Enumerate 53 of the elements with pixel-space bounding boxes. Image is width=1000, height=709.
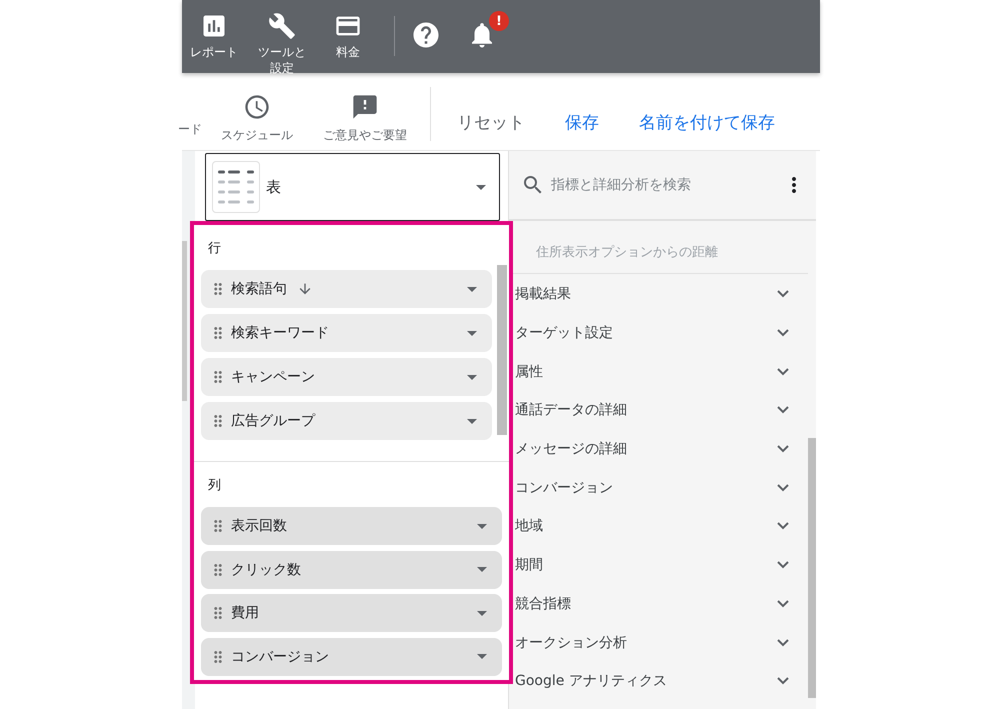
caret-icon xyxy=(467,330,477,336)
nav-item[interactable]: 料金 xyxy=(318,0,378,60)
column-chip[interactable]: 表示回数 xyxy=(201,507,502,545)
caret-icon xyxy=(467,418,477,424)
category-row[interactable]: 通話データの詳細 xyxy=(509,391,808,430)
save-button[interactable]: 保存 xyxy=(565,111,599,134)
category-row[interactable]: 属性 xyxy=(509,352,808,392)
caret-icon xyxy=(477,654,487,659)
scrollbar[interactable] xyxy=(497,265,507,435)
category-row[interactable]: 地域 xyxy=(509,507,808,546)
notification-badge: ! xyxy=(489,11,509,31)
caret-icon xyxy=(477,567,487,572)
column-chip[interactable]: クリック数 xyxy=(201,550,502,588)
toolbar-item[interactable]: ご意見やご要望 xyxy=(312,73,418,144)
chart-type-select[interactable]: 表 xyxy=(205,153,500,221)
table-icon xyxy=(212,161,260,213)
caret-icon xyxy=(477,610,487,616)
row-chip[interactable]: 広告グループ xyxy=(201,402,492,440)
search-field[interactable]: 指標と詳細分析を検索 xyxy=(549,176,782,194)
reset-button[interactable]: リセット xyxy=(457,111,525,134)
sort-arrow-icon[interactable] xyxy=(297,281,313,297)
column-chip[interactable]: コンバージョン xyxy=(201,638,502,676)
section-title: 行 xyxy=(208,240,222,257)
nav-item[interactable]: ツールと設定 xyxy=(246,0,318,76)
toolbar-item[interactable]: ード xyxy=(178,121,202,138)
caret-icon xyxy=(477,524,487,528)
feedback-icon xyxy=(351,93,379,121)
category-row[interactable]: 期間 xyxy=(509,546,808,584)
caret-icon xyxy=(467,374,477,380)
toolbar-item[interactable]: スケジュール xyxy=(202,73,312,144)
category-row[interactable]: メッセージの詳細 xyxy=(509,430,808,468)
category-row[interactable]: Google アナリティクス xyxy=(509,662,808,701)
save-button[interactable]: 名前を付けて保存 xyxy=(639,111,775,134)
category-row[interactable]: 競合指標 xyxy=(509,584,808,624)
list-item: 住所表示オプションからの距離 xyxy=(509,221,808,274)
help-icon[interactable] xyxy=(411,20,441,50)
caret-icon xyxy=(467,286,477,292)
select-value: 表 xyxy=(266,178,282,196)
scrollbar[interactable] xyxy=(182,241,187,401)
column-chip[interactable]: 費用 xyxy=(201,594,502,632)
category-row[interactable]: オークション分析 xyxy=(509,623,808,662)
category-row[interactable]: コンバージョン xyxy=(509,468,808,508)
nav-item[interactable]: レポート xyxy=(182,0,246,60)
scrollbar[interactable] xyxy=(808,438,816,698)
category-row[interactable]: 掲載結果 xyxy=(509,275,808,314)
row-chip[interactable]: キャンペーン xyxy=(201,358,492,396)
caret-icon xyxy=(476,184,486,190)
clock-icon xyxy=(243,93,271,121)
category-row[interactable]: ターゲット設定 xyxy=(509,314,808,352)
section-title: 列 xyxy=(208,477,222,494)
row-chip[interactable]: 検索キーワード xyxy=(201,314,492,352)
wrench-icon xyxy=(268,12,296,40)
row-chip[interactable]: 検索語句 xyxy=(201,270,492,308)
